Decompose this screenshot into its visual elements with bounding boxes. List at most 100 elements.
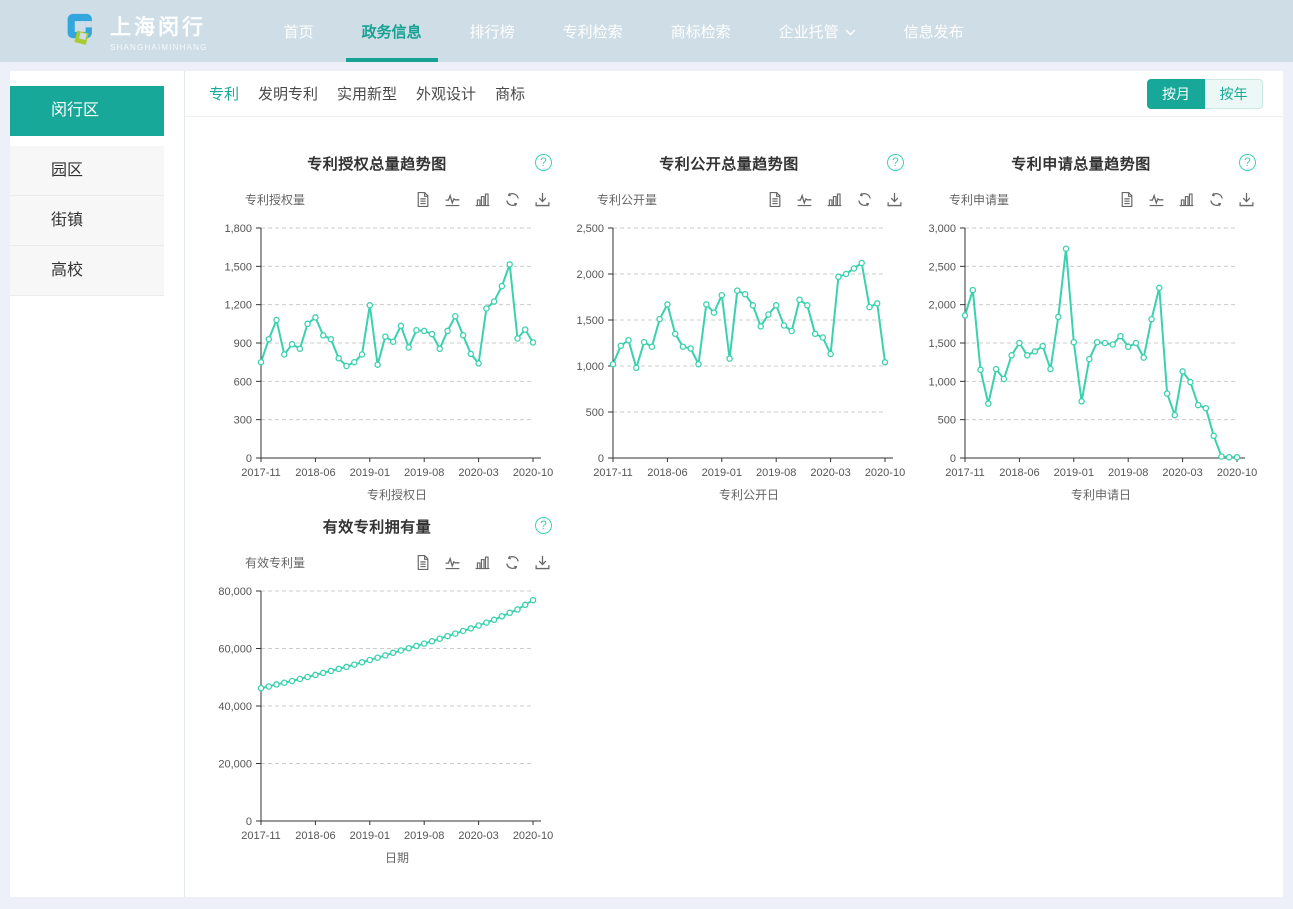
chart-canvas: 0 300 600 900 1,200 1,500 1,800 2017-11 2018-06 2… (224, 223, 553, 502)
chart-canvas: 0 500 1,000 1,500 2,000 2,500 3,000 2017-11 2018… (928, 223, 1257, 502)
y-axis-name: 专利申请量 (949, 192, 1010, 207)
main-nav: 首页 政务信息 排行榜 专利检索 商标检索 企业托管 信息发布 (260, 0, 988, 62)
period-toggle: 按月 按年 (1147, 78, 1263, 109)
line-chart-valid-patents: 0 20,000 40,000 60,000 80,000 2017-11 2018-06 2… (211, 579, 563, 869)
tab-design[interactable]: 外观设计 (416, 83, 476, 104)
data-view-icon[interactable] (1118, 191, 1135, 208)
sidebar-item-parks[interactable]: 园区 (10, 146, 164, 196)
data-view-icon[interactable] (766, 191, 783, 208)
line-chart-icon[interactable] (444, 191, 461, 208)
help-icon[interactable]: ? (1239, 154, 1256, 171)
svg-text:2018-06: 2018-06 (295, 830, 335, 842)
svg-text:900: 900 (234, 338, 252, 350)
tab-invention-patent[interactable]: 发明专利 (258, 83, 318, 104)
svg-text:300: 300 (234, 415, 252, 427)
line-chart-icon[interactable] (444, 554, 461, 571)
chevron-down-icon (845, 27, 856, 36)
help-icon[interactable]: ? (535, 154, 552, 171)
nav-item-ranking[interactable]: 排行榜 (446, 0, 539, 62)
tab-trademark[interactable]: 商标 (495, 83, 525, 104)
svg-text:0: 0 (246, 453, 252, 465)
svg-text:2019-08: 2019-08 (756, 467, 796, 479)
data-view-icon[interactable] (414, 554, 431, 571)
tab-patent[interactable]: 专利 (209, 83, 239, 104)
nav-item-patent-search[interactable]: 专利检索 (539, 0, 647, 62)
bar-chart-icon[interactable] (826, 191, 843, 208)
charts-grid: 专利授权总量趋势图 ? 专利授权量 0 300 600 900 1,200 1,500 1,… (185, 117, 1283, 879)
chart-title: 有效专利拥有量 (322, 519, 432, 536)
tab-utility-model[interactable]: 实用新型 (337, 83, 397, 104)
chart-card-grant-trend: 专利授权总量趋势图 ? 专利授权量 0 300 600 900 1,200 1,500 1,… (211, 153, 563, 506)
svg-text:2020-10: 2020-10 (865, 467, 905, 479)
svg-text:2018-06: 2018-06 (999, 467, 1039, 479)
chart-toolbar (766, 191, 903, 208)
page-content: 闵行区 园区 街镇 高校 专利 发明专利 实用新型 外观设计 商标 按月 按年 … (0, 62, 1293, 909)
svg-text:专利公开日: 专利公开日 (719, 487, 779, 502)
download-icon[interactable] (886, 191, 903, 208)
app-logo[interactable]: 上海闵行 SHANGHAIMINHANG (64, 0, 208, 62)
by-year-button[interactable]: 按年 (1205, 78, 1263, 109)
sidebar: 闵行区 园区 街镇 高校 (10, 71, 184, 897)
sidebar-item-universities[interactable]: 高校 (10, 246, 164, 296)
chart-card-application-trend: 专利申请总量趋势图 ? 专利申请量 0 500 1,000 1,500 2,000 2,5… (915, 153, 1267, 506)
nav-item-home[interactable]: 首页 (260, 0, 338, 62)
by-month-button[interactable]: 按月 (1147, 78, 1205, 109)
chart-title: 专利授权总量趋势图 (307, 156, 447, 173)
refresh-icon[interactable] (504, 554, 521, 571)
line-chart-application: 0 500 1,000 1,500 2,000 2,500 3,000 2017-11 2018… (915, 216, 1267, 506)
svg-text:2019-08: 2019-08 (404, 830, 444, 842)
svg-text:0: 0 (246, 816, 252, 828)
logo-icon (64, 13, 100, 49)
help-icon[interactable]: ? (535, 517, 552, 534)
svg-text:1,500: 1,500 (928, 338, 956, 350)
svg-text:2018-06: 2018-06 (647, 467, 687, 479)
svg-text:60,000: 60,000 (218, 644, 252, 656)
svg-text:2019-01: 2019-01 (702, 467, 742, 479)
svg-text:1,500: 1,500 (576, 315, 604, 327)
svg-text:2017-11: 2017-11 (945, 467, 985, 479)
nav-item-enterprise-hosting[interactable]: 企业托管 (755, 0, 880, 62)
refresh-icon[interactable] (856, 191, 873, 208)
svg-text:2017-11: 2017-11 (241, 467, 281, 479)
bar-chart-icon[interactable] (474, 554, 491, 571)
nav-item-info-release[interactable]: 信息发布 (880, 0, 988, 62)
svg-text:专利授权日: 专利授权日 (367, 487, 427, 502)
svg-text:2,500: 2,500 (928, 261, 956, 273)
chart-title: 专利公开总量趋势图 (659, 156, 799, 173)
svg-text:3,000: 3,000 (928, 223, 956, 235)
refresh-icon[interactable] (1208, 191, 1225, 208)
chart-title: 专利申请总量趋势图 (1011, 156, 1151, 173)
svg-text:2,500: 2,500 (576, 223, 604, 235)
chart-toolbar (1118, 191, 1255, 208)
svg-text:2017-11: 2017-11 (593, 467, 633, 479)
line-chart-icon[interactable] (796, 191, 813, 208)
y-axis-name: 专利公开量 (597, 192, 658, 207)
svg-text:0: 0 (598, 453, 604, 465)
category-tab-bar: 专利 发明专利 实用新型 外观设计 商标 按月 按年 (185, 71, 1283, 117)
svg-text:1,500: 1,500 (224, 261, 252, 273)
bar-chart-icon[interactable] (1178, 191, 1195, 208)
sidebar-item-minhang-district[interactable]: 闵行区 (10, 86, 164, 136)
svg-text:2019-08: 2019-08 (404, 467, 444, 479)
y-axis-name: 有效专利量 (245, 555, 306, 570)
logo-title: 上海闵行 (110, 15, 206, 39)
nav-item-gov-info[interactable]: 政务信息 (338, 0, 446, 62)
data-view-icon[interactable] (414, 191, 431, 208)
svg-text:1,200: 1,200 (224, 300, 252, 312)
svg-text:2020-10: 2020-10 (513, 467, 553, 479)
svg-text:500: 500 (586, 407, 604, 419)
refresh-icon[interactable] (504, 191, 521, 208)
svg-text:2019-01: 2019-01 (1054, 467, 1094, 479)
svg-text:2019-08: 2019-08 (1108, 467, 1148, 479)
download-icon[interactable] (1238, 191, 1255, 208)
sidebar-item-towns[interactable]: 街镇 (10, 196, 164, 246)
bar-chart-icon[interactable] (474, 191, 491, 208)
nav-item-trademark-search[interactable]: 商标检索 (647, 0, 755, 62)
logo-subtitle: SHANGHAIMINHANG (110, 42, 208, 52)
svg-text:2017-11: 2017-11 (241, 830, 281, 842)
download-icon[interactable] (534, 191, 551, 208)
line-chart-icon[interactable] (1148, 191, 1165, 208)
download-icon[interactable] (534, 554, 551, 571)
svg-text:2,000: 2,000 (576, 269, 604, 281)
help-icon[interactable]: ? (887, 154, 904, 171)
